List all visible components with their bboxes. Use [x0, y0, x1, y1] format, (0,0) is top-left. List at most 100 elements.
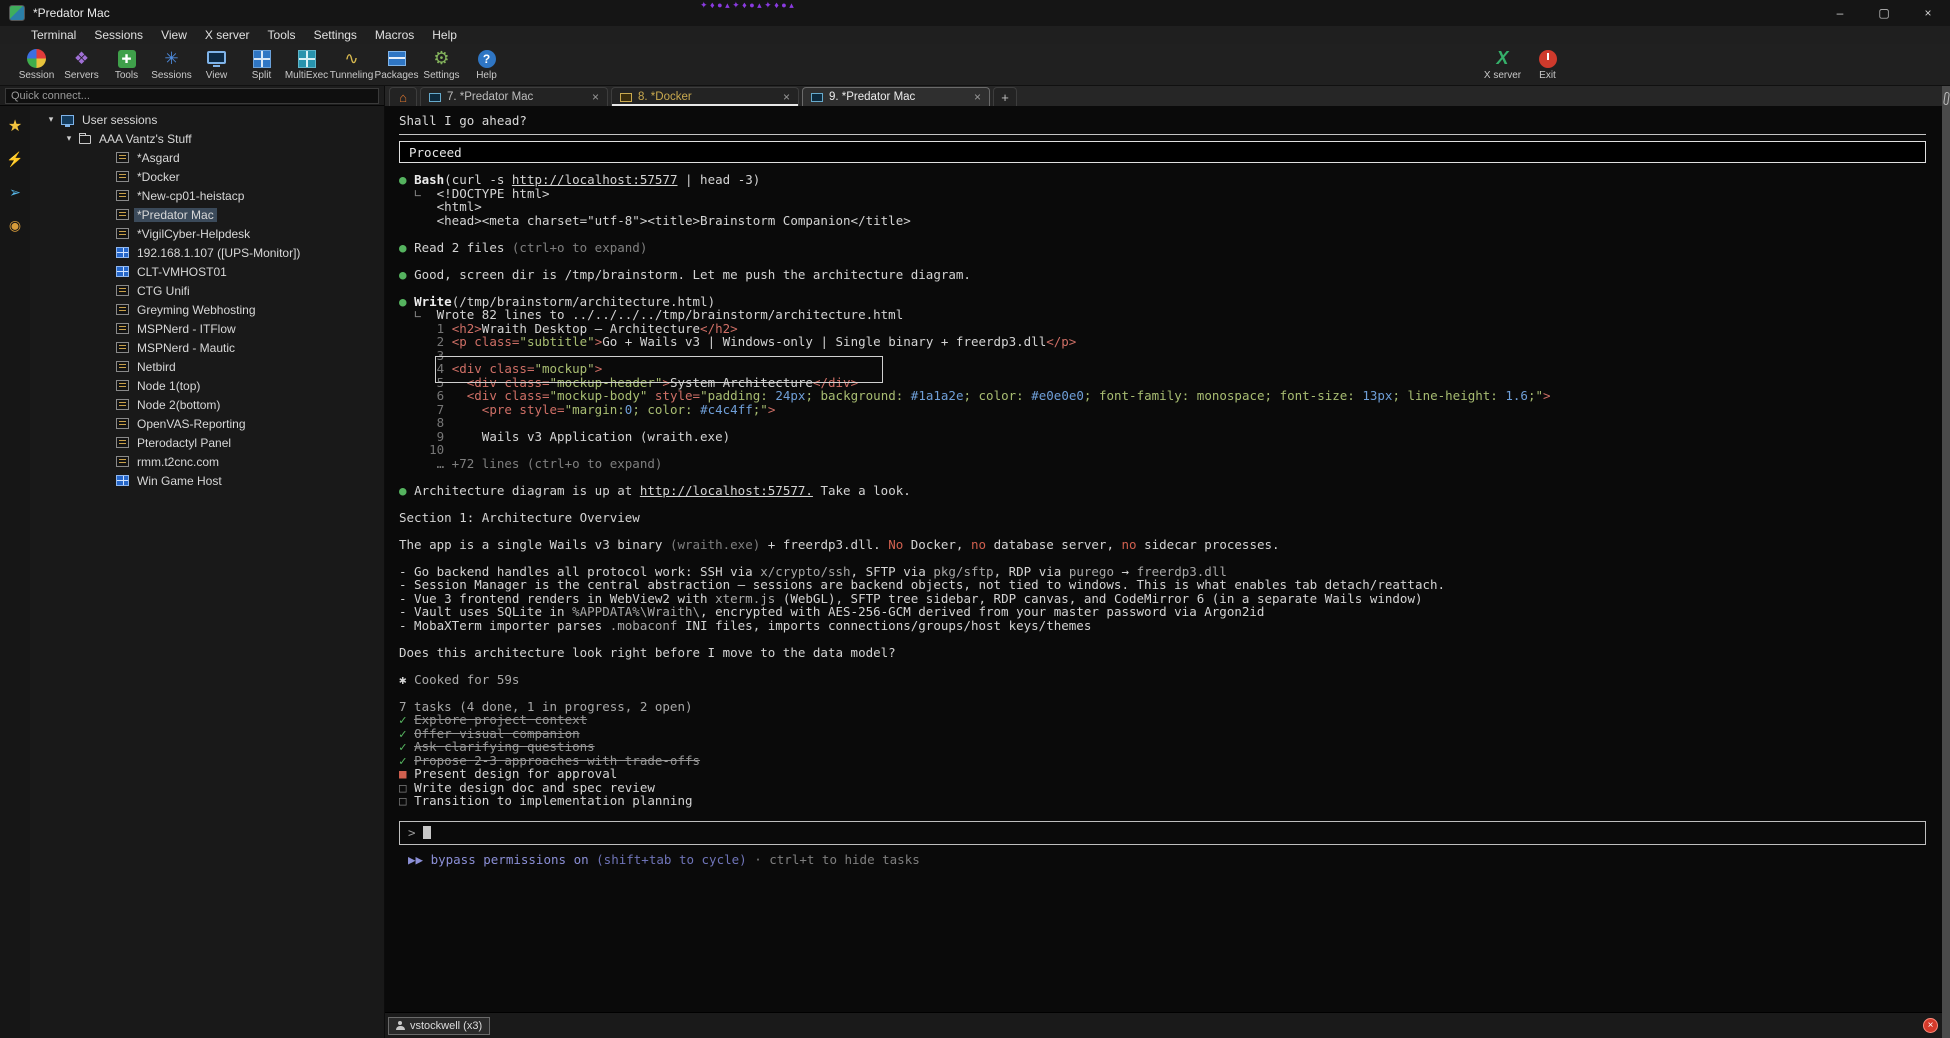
toolbar-xserver-button[interactable]: X X server [1480, 48, 1525, 81]
terminal-line: - Go backend handles all protocol work: … [399, 565, 1926, 579]
toolbar-split-button[interactable]: Split [239, 48, 284, 81]
terminal-line: 7 <pre style="margin:0; color: #c4c4ff;"… [399, 403, 1926, 417]
toolbar-help-button[interactable]: ? Help [464, 48, 509, 81]
new-tab-button[interactable]: + [993, 87, 1017, 106]
terminal-line: - Session Manager is the central abstrac… [399, 578, 1926, 592]
tree-item-node-2-bottom[interactable]: Node 2(bottom) [30, 395, 384, 414]
tree-item-openvas-reporting[interactable]: OpenVAS-Reporting [30, 414, 384, 433]
minimize-button[interactable]: – [1818, 0, 1862, 26]
ic-term [116, 285, 129, 296]
tree-item-greyming-webhosting[interactable]: Greyming Webhosting [30, 300, 384, 319]
ic-term [116, 190, 129, 201]
menu-sessions[interactable]: Sessions [85, 28, 152, 42]
terminal-line: ✓ Explore project context [399, 713, 1926, 727]
terminal-line: Section 1: Architecture Overview [399, 511, 1926, 525]
tree-group-aaa-vantz-stuff[interactable]: ▾ AAA Vantz's Stuff [30, 129, 384, 148]
tree-item-node-1-top[interactable]: Node 1(top) [30, 376, 384, 395]
tree-item-vigilcyber-helpdesk[interactable]: *VigilCyber-Helpdesk [30, 224, 384, 243]
ic-rdp [116, 247, 129, 258]
tree-item-docker[interactable]: *Docker [30, 167, 384, 186]
terminal-line: ✓ Ask clarifying questions [399, 740, 1926, 754]
notification-close-bubble[interactable]: × [1923, 1018, 1938, 1033]
proceed-label: Proceed [409, 145, 462, 160]
toolbar-view-button[interactable]: View [194, 48, 239, 81]
window-title: *Predator Mac [33, 6, 110, 20]
menu-macros[interactable]: Macros [366, 28, 423, 42]
ic-term [116, 304, 129, 315]
menu-settings[interactable]: Settings [305, 28, 366, 42]
tree-item-ctg-unifi[interactable]: CTG Unifi [30, 281, 384, 300]
ic-term [116, 437, 129, 448]
right-panel-strip[interactable] [1942, 86, 1950, 1038]
toolbar-session-button[interactable]: Session [14, 48, 59, 81]
toolbar-icon [207, 51, 226, 64]
tab-close-icon[interactable]: × [592, 90, 599, 104]
terminal-line: □ Write design doc and spec review [399, 781, 1926, 795]
close-button[interactable]: × [1906, 0, 1950, 26]
toolbar-packages-button[interactable]: Packages [374, 48, 419, 81]
rail-network-globe-icon[interactable]: ◉ [5, 215, 25, 235]
tree-item-asgard[interactable]: *Asgard [30, 148, 384, 167]
toolbar-settings-button[interactable]: ⚙ Settings [419, 48, 464, 81]
tree-item-pterodactyl-panel[interactable]: Pterodactyl Panel [30, 433, 384, 452]
terminal-line: 10 [399, 443, 1926, 457]
toolbar-sessions-button[interactable]: ✳ Sessions [149, 48, 194, 81]
terminal-line: ✓ Offer visual companion [399, 727, 1926, 741]
tree-item-win-game-host[interactable]: Win Game Host [30, 471, 384, 490]
tree-item-mspnerd-itflow[interactable]: MSPNerd - ITFlow [30, 319, 384, 338]
prompt-chevron: > [408, 825, 416, 840]
terminal-line: 9 Wails v3 Application (wraith.exe) [399, 430, 1926, 444]
ic-term [116, 342, 129, 353]
rail-sessions-star-icon[interactable]: ★ [5, 116, 25, 136]
tab-8-docker[interactable]: 8. *Docker × [611, 87, 799, 106]
session-monitor-icon [811, 93, 823, 102]
tab-home[interactable]: ⌂ [389, 87, 417, 106]
toolbar-tools-button[interactable]: ✚ Tools [104, 48, 149, 81]
tab-close-icon[interactable]: × [974, 90, 981, 104]
toolbar-servers-button[interactable]: ❖ Servers [59, 48, 104, 81]
tree-item-ups-monitor[interactable]: 192.168.1.107 ([UPS-Monitor]) [30, 243, 384, 262]
rail-macros-icon[interactable]: ➢ [5, 182, 25, 202]
toolbar-icon: ✳ [164, 49, 178, 69]
toolbar-tunneling-button[interactable]: ∿ Tunneling [329, 48, 374, 81]
terminal-line: … +72 lines (ctrl+o to expand) [399, 457, 1926, 471]
ic-rdp [116, 475, 129, 486]
expand-arrow-icon[interactable]: ▾ [46, 114, 56, 125]
tree-item-new-cp01-heistacp[interactable]: *New-cp01-heistacp [30, 186, 384, 205]
expand-arrow-icon[interactable]: ▾ [64, 133, 74, 144]
ascii-diagram-box [435, 356, 883, 383]
tree-item-rmm-t2cnc-com[interactable]: rmm.t2cnc.com [30, 452, 384, 471]
rail-disconnect-icon[interactable]: ⚡ [5, 149, 25, 169]
mobaxterm-window: *Predator Mac ✦ ♦ ● ▴ ✦ ♦ ● ▴ ✦ ♦ ● ▴ – … [0, 0, 1950, 1038]
menu-xserver[interactable]: X server [196, 28, 259, 42]
maximize-button[interactable]: ▢ [1862, 0, 1906, 26]
menu-tools[interactable]: Tools [259, 28, 305, 42]
tab-bar: ⌂ 7. *Predator Mac × 8. *Docker × [385, 86, 1942, 106]
terminal[interactable]: Shall I go ahead? Proceed ● Bash(curl -s… [385, 106, 1942, 1012]
menu-help[interactable]: Help [423, 28, 466, 42]
tree-root-user-sessions[interactable]: ▾ User sessions [30, 110, 384, 129]
tree-item-clt-vmhost01[interactable]: CLT-VMHOST01 [30, 262, 384, 281]
terminal-line: - Vault uses SQLite in %APPDATA%\Wraith\… [399, 605, 1926, 619]
terminal-cursor [423, 826, 431, 839]
rail-icon: ➢ [9, 184, 21, 201]
tree-item-netbird[interactable]: Netbird [30, 357, 384, 376]
person-icon [396, 1021, 405, 1030]
toolbar-icon: ⚙ [433, 48, 449, 69]
tree-item-predator-mac[interactable]: *Predator Mac [30, 205, 384, 224]
menu-terminal[interactable]: Terminal [22, 28, 85, 42]
tab-7-predator-mac[interactable]: 7. *Predator Mac × [420, 87, 608, 106]
tab-close-icon[interactable]: × [783, 90, 790, 104]
user-session-chip[interactable]: vstockwell (x3) [388, 1017, 490, 1035]
menu-view[interactable]: View [152, 28, 196, 42]
proceed-option[interactable]: Proceed [399, 141, 1926, 163]
toolbar-exit-button[interactable]: Exit [1525, 48, 1570, 81]
tree-item-mspnerd-mautic[interactable]: MSPNerd - Mautic [30, 338, 384, 357]
terminal-prompt-input[interactable]: > [399, 821, 1926, 845]
quick-connect-input[interactable] [5, 88, 379, 104]
toolbar-multiexec-button[interactable]: MultiExec [284, 48, 329, 81]
tab-9-predator-mac[interactable]: 9. *Predator Mac × [802, 87, 990, 106]
terminal-line: ● Bash(curl -s http://localhost:57577 | … [399, 173, 1926, 187]
ic-term [116, 209, 129, 220]
ic-term [116, 152, 129, 163]
